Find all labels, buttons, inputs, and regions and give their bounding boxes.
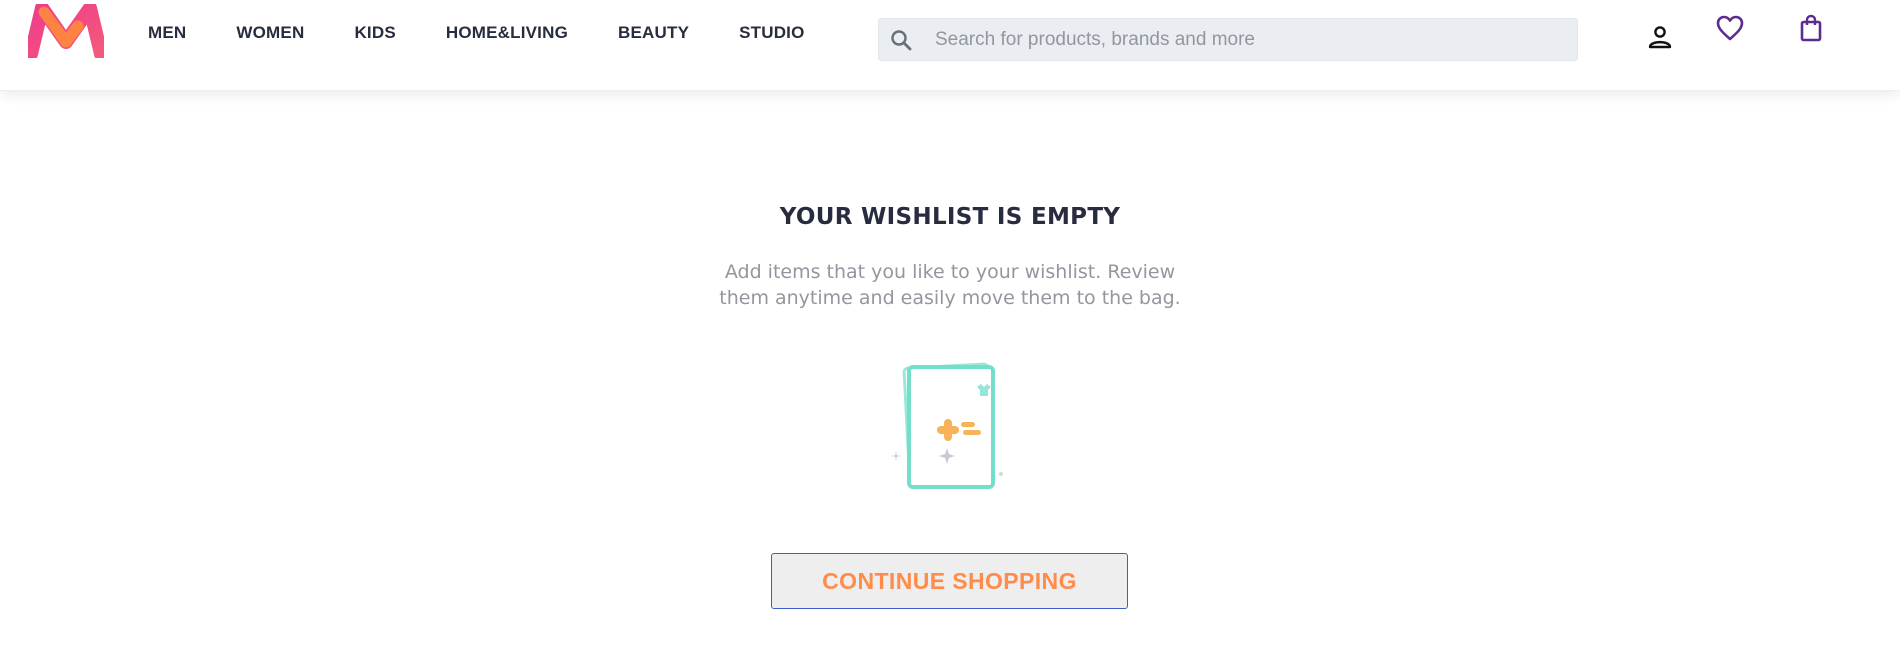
empty-title: YOUR WISHLIST IS EMPTY: [779, 204, 1121, 230]
empty-wishlist-illustration: [888, 360, 1012, 500]
top-navbar: MEN WOMEN KIDS HOME&LIVING BEAUTY STUDIO: [0, 0, 1900, 91]
menu-item-kids[interactable]: KIDS: [354, 23, 395, 43]
menu-item-beauty[interactable]: BEAUTY: [618, 23, 689, 43]
heart-icon[interactable]: [1716, 14, 1744, 42]
main-menu: MEN WOMEN KIDS HOME&LIVING BEAUTY STUDIO: [148, 23, 855, 43]
search-bar: [878, 18, 1578, 61]
search-input[interactable]: [935, 19, 1555, 60]
myntra-logo[interactable]: [24, 1, 108, 61]
search-icon[interactable]: [889, 28, 913, 52]
menu-item-men[interactable]: MEN: [148, 23, 186, 43]
empty-description: Add items that you like to your wishlist…: [719, 261, 1181, 309]
bag-icon[interactable]: [1799, 14, 1823, 42]
profile-icon[interactable]: [1647, 25, 1673, 49]
menu-item-women[interactable]: WOMEN: [236, 23, 304, 43]
menu-item-home-living[interactable]: HOME&LIVING: [446, 23, 568, 43]
menu-item-studio[interactable]: STUDIO: [739, 23, 804, 43]
continue-shopping-button[interactable]: CONTINUE SHOPPING: [771, 553, 1128, 609]
